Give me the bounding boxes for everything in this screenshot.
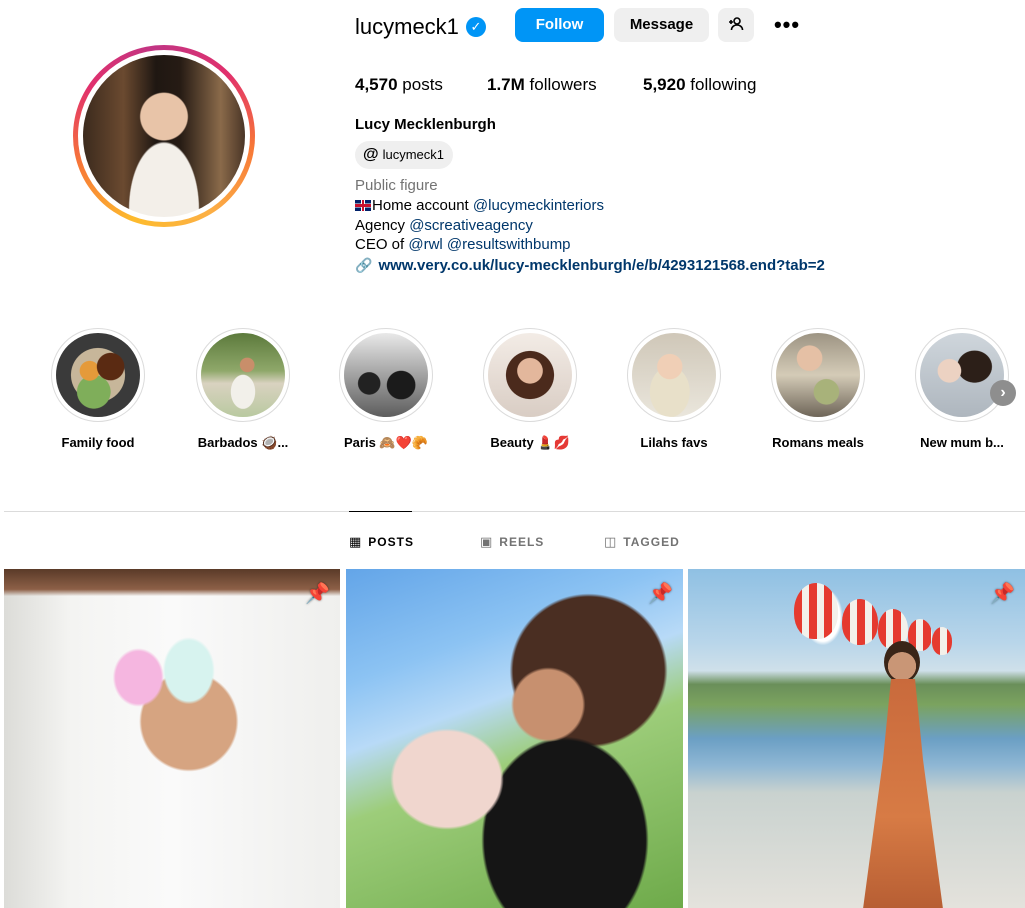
pin-icon: 📌 — [648, 583, 673, 605]
posts-count: 4,570 posts — [355, 75, 443, 94]
tab-tagged[interactable]: ◫ TAGGED — [604, 534, 680, 550]
suggested-users-button[interactable] — [718, 8, 754, 42]
tab-posts[interactable]: ▦ POSTS — [349, 534, 414, 550]
grid-icon: ▦ — [349, 534, 363, 549]
reels-icon: ▣ — [480, 534, 494, 549]
highlight-cover — [632, 333, 716, 417]
profile-avatar-ring[interactable] — [73, 45, 255, 227]
highlight-cover — [344, 333, 428, 417]
profile-full-name: Lucy Mecklenburgh — [355, 116, 496, 133]
highlight-label: Lilahs favs — [640, 435, 708, 450]
highlight-item[interactable]: Family food — [38, 328, 158, 452]
pin-icon: 📌 — [990, 583, 1015, 605]
highlight-cover — [201, 333, 285, 417]
threads-icon: @ — [363, 146, 379, 163]
followers-link[interactable]: 1.7M followers — [487, 74, 597, 96]
highlight-item[interactable]: Romans meals — [758, 328, 878, 452]
highlight-item[interactable]: Paris 🙈❤️🥐 — [326, 328, 446, 452]
profile-username: lucymeck1 — [355, 14, 459, 39]
highlight-item[interactable]: Beauty 💄💋 — [470, 328, 590, 452]
bio-line: Home account @lucymeckinteriors — [355, 196, 604, 216]
threads-badge[interactable]: @ lucymeck1 — [355, 141, 454, 169]
link-icon: 🔗 — [355, 257, 373, 273]
post-thumbnail[interactable]: 📌 — [4, 569, 340, 908]
external-link[interactable]: 🔗 www.very.co.uk/lucy-mecklenburgh/e/b/42… — [355, 255, 825, 276]
active-tab-indicator — [349, 511, 412, 512]
tab-reels[interactable]: ▣ REELS — [480, 534, 544, 550]
highlight-cover — [920, 333, 1004, 417]
post-thumbnail[interactable]: 📌 — [346, 569, 683, 908]
highlight-label: New mum b... — [920, 435, 1004, 450]
following-link[interactable]: 5,920 following — [643, 74, 756, 96]
post-thumbnail[interactable]: 📌 — [688, 569, 1025, 908]
mention-link[interactable]: @screativeagency — [409, 217, 533, 234]
mention-link[interactable]: @resultswithbump — [447, 236, 571, 253]
highlight-cover — [56, 333, 140, 417]
bio-line: Agency @screativeagency — [355, 217, 533, 234]
highlight-item[interactable]: Lilahs favs — [614, 328, 734, 452]
mention-link[interactable]: @lucymeckinteriors — [473, 197, 604, 214]
highlight-item[interactable]: Barbados 🥥... — [183, 328, 303, 452]
mention-link[interactable]: @rwl — [408, 236, 442, 253]
more-options-button[interactable]: ••• — [770, 8, 804, 42]
threads-handle: lucymeck1 — [382, 147, 445, 162]
highlight-label: Romans meals — [772, 435, 864, 450]
profile-category: Public figure — [355, 177, 438, 194]
verified-badge-icon: ✓ — [466, 17, 486, 37]
highlight-label: Family food — [61, 435, 135, 450]
uk-flag-icon — [355, 200, 371, 211]
highlight-label: Beauty 💄💋 — [490, 435, 570, 450]
follow-button[interactable]: Follow — [515, 8, 604, 42]
highlight-cover — [776, 333, 860, 417]
bio-line: CEO of @rwl @resultswithbump — [355, 236, 571, 253]
message-button[interactable]: Message — [614, 8, 709, 42]
highlight-label: Barbados 🥥... — [197, 435, 289, 450]
tagged-icon: ◫ — [604, 534, 618, 549]
highlight-cover — [488, 333, 572, 417]
tabs-divider — [4, 511, 1025, 512]
avatar[interactable] — [83, 55, 245, 217]
add-person-icon — [729, 17, 744, 31]
pin-icon: 📌 — [305, 583, 330, 605]
highlight-label: Paris 🙈❤️🥐 — [344, 435, 428, 450]
highlights-next-button[interactable]: › — [990, 380, 1016, 406]
